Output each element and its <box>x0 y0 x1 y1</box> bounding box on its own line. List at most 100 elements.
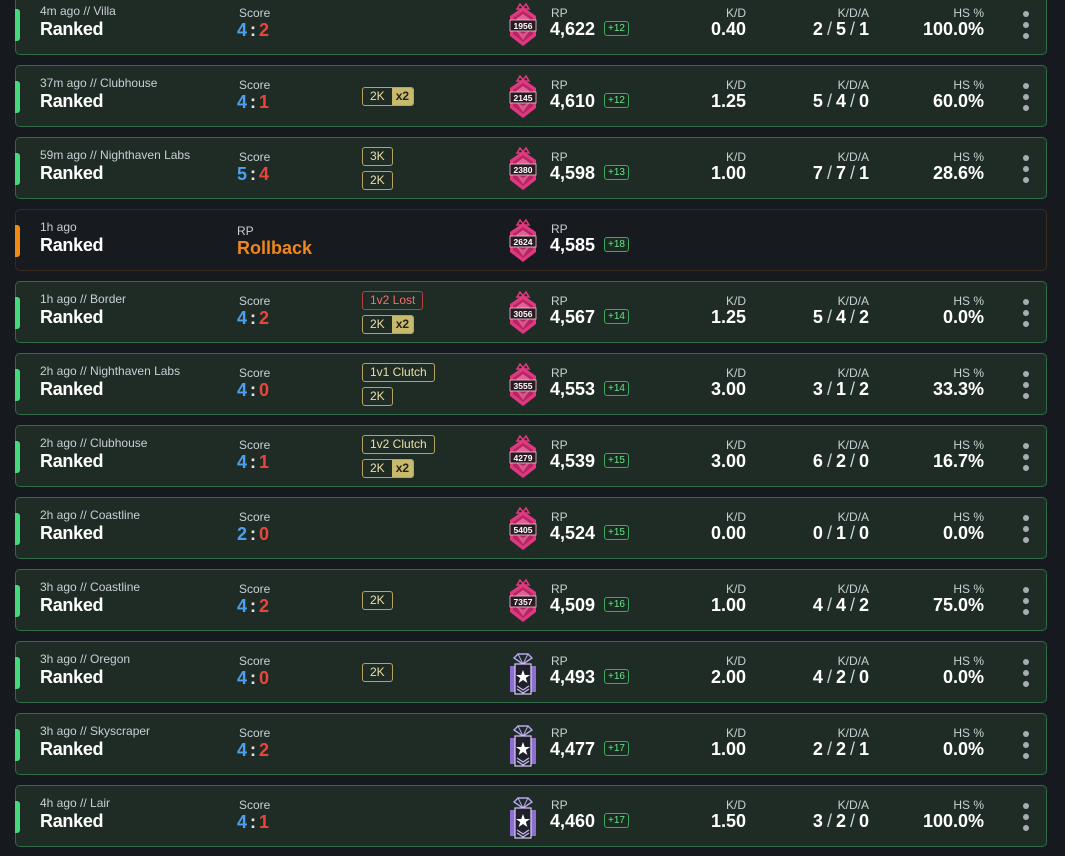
more-vertical-icon[interactable] <box>1020 11 1032 39</box>
kda-separator: / <box>826 307 832 327</box>
score-us: 5 <box>237 164 248 184</box>
highlight-tags <box>362 786 482 846</box>
more-vertical-icon[interactable] <box>1020 803 1032 831</box>
assists: 0 <box>858 91 869 111</box>
kills: 0 <box>812 523 823 543</box>
diamond-rank-icon <box>506 792 540 842</box>
tag-multiplier: x2 <box>391 316 414 333</box>
rp-delta-badge: +16 <box>604 669 629 684</box>
menu-dot <box>1023 598 1029 604</box>
highlight-tags: 2K <box>362 570 482 630</box>
kd-value: 0.40 <box>710 19 746 39</box>
menu-dot <box>1023 670 1029 676</box>
hs-value: 0.0% <box>942 739 984 759</box>
menu-dot <box>1023 371 1029 377</box>
deaths: 7 <box>835 163 846 183</box>
kda-label: K/D/A <box>837 654 869 668</box>
diamond-rank-icon <box>506 720 540 770</box>
result-indicator <box>15 81 20 113</box>
assists: 0 <box>858 811 869 831</box>
rp-value: 4,539 <box>550 451 596 471</box>
menu-dot <box>1023 465 1029 471</box>
result-indicator <box>15 441 20 473</box>
rp-value: 4,477 <box>550 739 596 759</box>
match-card[interactable]: 4m ago // Villa Ranked Score 4:2 1956 RP 4,622… <box>15 0 1047 55</box>
kda-separator: / <box>826 523 832 543</box>
kda-value: 2/5/1 <box>813 19 869 40</box>
match-history-list: 4m ago // Villa Ranked Score 4:2 1956 RP 4,622… <box>0 0 1065 856</box>
menu-dot <box>1023 753 1029 759</box>
more-vertical-icon[interactable] <box>1020 443 1032 471</box>
match-card[interactable]: 2h ago // Clubhouse Ranked Score 4:1 1v2 Clu… <box>15 425 1047 487</box>
hs-label: HS % <box>953 798 984 812</box>
match-card[interactable]: 3h ago // Coastline Ranked Score 4:2 2K 7357 R… <box>15 569 1047 631</box>
kda-label: K/D/A <box>837 510 869 524</box>
match-card[interactable]: 37m ago // Clubhouse Ranked Score 4:1 2K x2 21… <box>15 65 1047 127</box>
more-vertical-icon[interactable] <box>1020 731 1032 759</box>
kda-separator: / <box>826 739 832 759</box>
score-them: 0 <box>259 380 270 400</box>
highlight-tag: 1v2 Clutch <box>362 435 435 454</box>
champion-rank-icon: 3555 <box>506 360 540 410</box>
tag-label: 1v2 Lost <box>370 293 416 307</box>
kd-value: 1.00 <box>710 163 746 183</box>
result-indicator <box>15 369 20 401</box>
match-score: 4:2 <box>237 596 269 617</box>
kills: 4 <box>812 595 823 615</box>
match-card[interactable]: 1h ago // Border Ranked Score 4:2 1v2 Lost 2K… <box>15 281 1047 343</box>
more-vertical-icon[interactable] <box>1020 155 1032 183</box>
match-card[interactable]: 4h ago // Lair Ranked Score 4:1 RP 4,460 +17 K/… <box>15 785 1047 847</box>
rank-number: 7357 <box>514 597 533 607</box>
more-vertical-icon[interactable] <box>1020 299 1032 327</box>
score-us: 4 <box>237 380 248 400</box>
score-them: 2 <box>259 308 270 328</box>
champion-rank-icon: 2380 <box>506 144 540 194</box>
score-separator: : <box>250 452 257 472</box>
more-vertical-icon[interactable] <box>1020 587 1032 615</box>
kd-value: 1.00 <box>710 595 746 615</box>
menu-dot <box>1023 443 1029 449</box>
score-label: Score <box>239 150 271 164</box>
score-separator: : <box>250 812 257 832</box>
rank-number: 3056 <box>514 309 533 319</box>
score-them: 1 <box>259 812 270 832</box>
kills: 3 <box>812 379 823 399</box>
kda-value: 6/2/0 <box>813 451 869 472</box>
match-card[interactable]: 59m ago // Nighthaven Labs Ranked Score 5:4… <box>15 137 1047 199</box>
rp-label: RP <box>551 294 568 308</box>
hs-value: 100.0% <box>922 19 984 39</box>
menu-dot <box>1023 526 1029 532</box>
kda-separator: / <box>826 595 832 615</box>
match-meta: 3h ago // Skyscraper <box>40 724 151 738</box>
more-vertical-icon[interactable] <box>1020 83 1032 111</box>
kills: 7 <box>812 163 823 183</box>
more-vertical-icon[interactable] <box>1020 659 1032 687</box>
hs-label: HS % <box>953 654 984 668</box>
match-card[interactable]: 1h ago Ranked RP Rollback 2624 RP 4,585 +18 <box>15 209 1047 271</box>
rp-label: RP <box>551 438 568 452</box>
tag-multiplier: x2 <box>391 460 414 477</box>
score-label: Score <box>239 438 271 452</box>
match-meta: 3h ago // Coastline <box>40 580 141 594</box>
kda-separator: / <box>849 307 855 327</box>
kd-label: K/D <box>725 510 746 524</box>
kd-value: 2.00 <box>710 667 746 687</box>
kda-value: 5/4/2 <box>813 307 869 328</box>
more-vertical-icon[interactable] <box>1020 515 1032 543</box>
hs-label: HS % <box>953 726 984 740</box>
match-card[interactable]: 3h ago // Oregon Ranked Score 4:0 2K RP 4,493 +… <box>15 641 1047 703</box>
rank-number: 4279 <box>514 453 533 463</box>
more-vertical-icon[interactable] <box>1020 371 1032 399</box>
score-separator: : <box>250 20 257 40</box>
match-card[interactable]: 2h ago // Nighthaven Labs Ranked Score 4:0 1… <box>15 353 1047 415</box>
kda-value: 3/1/2 <box>813 379 869 400</box>
match-mode: Ranked <box>40 811 104 831</box>
match-card[interactable]: 2h ago // Coastline Ranked Score 2:0 5405 RP 4… <box>15 497 1047 559</box>
rp-label: RP <box>551 6 568 20</box>
kd-value: 1.00 <box>710 739 746 759</box>
match-card[interactable]: 3h ago // Skyscraper Ranked Score 4:2 RP 4,47… <box>15 713 1047 775</box>
rp-delta-badge: +14 <box>604 381 629 396</box>
kda-separator: / <box>849 19 855 39</box>
menu-dot <box>1023 310 1029 316</box>
champion-rank-icon: 1956 <box>506 0 540 50</box>
